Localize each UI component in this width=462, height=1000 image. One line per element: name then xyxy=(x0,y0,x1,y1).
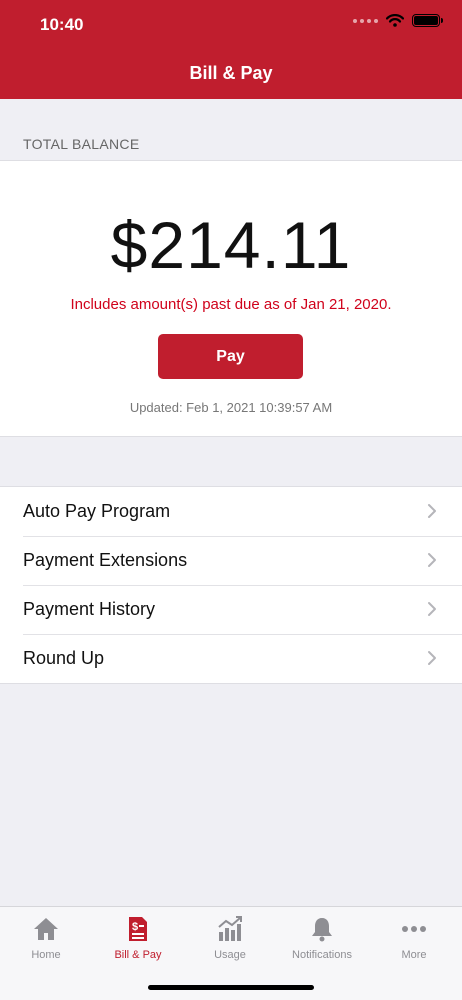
tab-label: Bill & Pay xyxy=(114,949,162,961)
total-balance-label: TOTAL BALANCE xyxy=(23,136,140,152)
menu-item-label: Payment Extensions xyxy=(23,550,188,570)
wifi-icon xyxy=(386,14,404,27)
menu-item-auto-pay[interactable]: Auto Pay Program xyxy=(0,487,462,536)
past-due-notice: Includes amount(s) past due as of Jan 21… xyxy=(70,296,392,313)
pay-button[interactable]: Pay xyxy=(158,334,303,379)
billing-menu: Auto Pay Program Payment Extensions Paym… xyxy=(0,486,462,684)
tab-label: Usage xyxy=(214,949,246,961)
battery-icon xyxy=(412,14,443,27)
app-header: 10:40 Bill & Pay xyxy=(0,0,462,99)
balance-amount: $214.11 xyxy=(110,208,352,282)
chevron-right-icon xyxy=(428,504,436,518)
bell-icon xyxy=(312,918,332,942)
chevron-right-icon xyxy=(428,553,436,567)
updated-timestamp: Updated: Feb 1, 2021 10:39:57 AM xyxy=(129,400,333,415)
chevron-right-icon xyxy=(428,651,436,665)
home-indicator xyxy=(148,985,314,990)
menu-item-label: Auto Pay Program xyxy=(23,501,171,521)
home-icon xyxy=(34,918,58,940)
status-time: 10:40 xyxy=(40,15,84,34)
tab-label: More xyxy=(401,949,427,961)
signal-dots-icon xyxy=(353,18,378,23)
status-icons xyxy=(353,14,443,27)
tab-bill-pay[interactable]: $ Bill & Pay xyxy=(92,907,184,967)
tab-more[interactable]: More xyxy=(368,907,460,967)
menu-item-payment-extensions[interactable]: Payment Extensions xyxy=(0,536,462,585)
page-title: Bill & Pay xyxy=(189,63,273,83)
menu-item-payment-history[interactable]: Payment History xyxy=(0,585,462,634)
tab-label: Home xyxy=(31,949,61,961)
more-dots-icon xyxy=(402,926,426,932)
usage-chart-icon xyxy=(218,916,242,941)
menu-item-round-up[interactable]: Round Up xyxy=(0,634,462,683)
tab-usage[interactable]: Usage xyxy=(184,907,276,967)
menu-item-label: Payment History xyxy=(23,599,156,619)
tab-notifications[interactable]: Notifications xyxy=(276,907,368,967)
bill-icon: $ xyxy=(129,917,147,941)
tab-label: Notifications xyxy=(292,949,352,961)
svg-text:$: $ xyxy=(132,921,138,933)
balance-card: $214.11 Includes amount(s) past due as o… xyxy=(0,160,462,437)
menu-item-label: Round Up xyxy=(23,648,105,668)
chevron-right-icon xyxy=(428,602,436,616)
tab-home[interactable]: Home xyxy=(0,907,92,967)
